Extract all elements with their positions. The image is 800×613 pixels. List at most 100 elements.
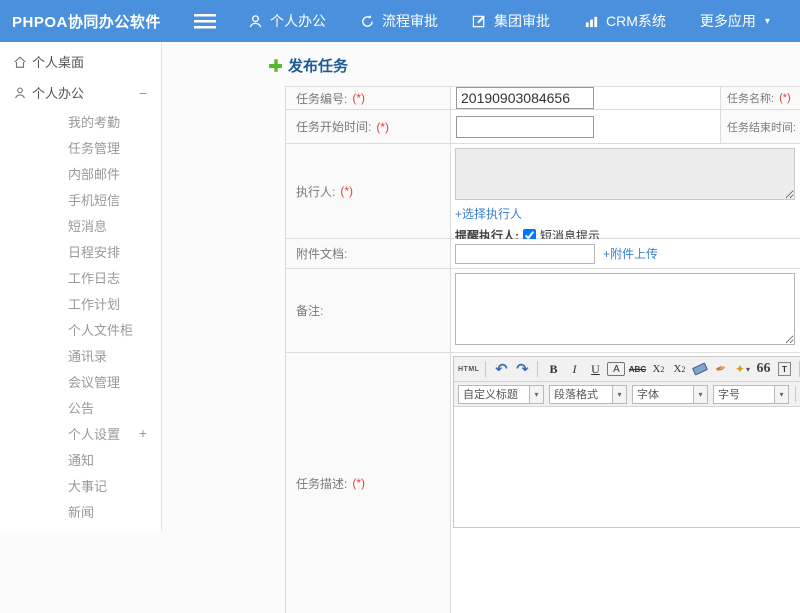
nav-item-label: 更多应用	[699, 13, 756, 29]
sidebar-item-大事记[interactable]: 大事记	[0, 472, 161, 498]
collapse-icon[interactable]: −	[139, 85, 147, 101]
sidebar-item-label: 个人文件柜	[68, 322, 134, 338]
nav-item-更多应用[interactable]: 更多应用 ▾	[700, 11, 770, 31]
underline-icon[interactable]: U	[586, 360, 604, 378]
nav-item-label: 流程审批	[382, 13, 438, 29]
sidebar-item-label: 日程安排	[68, 244, 121, 260]
executor-label: 执行人: (*)	[286, 144, 451, 238]
boxed-a-icon[interactable]: A	[607, 362, 626, 376]
sidebar-item-工作计划[interactable]: 工作计划	[0, 290, 161, 316]
remark-label: 备注:	[286, 269, 451, 352]
nav-item-label: CRM系统	[606, 13, 666, 29]
editor-content-area[interactable]	[454, 407, 800, 527]
description-cell: HTML ↶ ↷ B I U A ABC X2 X 2 ✒ ✦ ▾ 66 T 自…	[451, 353, 800, 613]
sidebar-item-label: 会议管理	[68, 374, 121, 390]
html-source-icon[interactable]: HTML	[458, 360, 479, 378]
publish-task-form: 任务编号: (*) 任务名称: (*) 任务开始时间: (*) 任务结束时间:	[285, 86, 800, 613]
sidebar-item-个人桌面[interactable]: 个人桌面	[0, 46, 161, 77]
sidebar-item-label: 个人办公	[32, 86, 85, 101]
nav-item-流程审批[interactable]: 流程审批	[360, 11, 438, 31]
chevron-down-icon[interactable]: ▾	[693, 385, 707, 403]
blockquote-icon[interactable]: 66	[754, 360, 772, 378]
executor-textarea[interactable]	[455, 148, 795, 200]
toolbar-separator	[537, 361, 539, 377]
sidebar-item-会议管理[interactable]: 会议管理	[0, 368, 161, 394]
required-mark: (*)	[376, 119, 390, 134]
nav-item-个人办公[interactable]: 个人办公	[248, 11, 326, 31]
choose-executor-link[interactable]: +选择执行人	[455, 207, 522, 221]
editor-dropdown-label: 自定义标题	[463, 389, 518, 401]
end-time-label: 任务结束时间: (*)	[721, 110, 800, 143]
editor-dropdown-1[interactable]: 自定义标题 ▾	[458, 384, 544, 404]
top-header: PHPOA协同办公软件 个人办公 流程审批 集团审批 CRM系统 更多应用 ▾	[0, 0, 800, 42]
nav-item-label: 个人办公	[270, 13, 326, 29]
sidebar-item-通讯录[interactable]: 通讯录	[0, 342, 161, 368]
editor-toolbar-row1: HTML ↶ ↷ B I U A ABC X2 X 2 ✒ ✦ ▾ 66 T	[454, 357, 800, 382]
magic-wand-icon[interactable]: ✦ ▾	[733, 360, 751, 378]
editor-dropdown-3[interactable]: 字体 ▾	[632, 384, 708, 404]
sidebar-item-任务管理[interactable]: 任务管理	[0, 134, 161, 160]
chevron-down-icon[interactable]: ▾	[529, 385, 543, 403]
sidebar-item-个人办公[interactable]: 个人办公 −	[0, 77, 161, 108]
required-mark: (*)	[340, 184, 354, 198]
sidebar-item-日程安排[interactable]: 日程安排	[0, 238, 161, 264]
editor-dropdown-label: 段落格式	[554, 389, 598, 401]
paste-from-word-icon[interactable]: T	[775, 360, 793, 378]
sidebar: 个人桌面个人办公 − 我的考勤任务管理 内部邮件手机短信短消息日程安排工作日志工作计划…	[0, 42, 162, 531]
redo-icon[interactable]: ↷	[513, 360, 531, 378]
sidebar-item-个人文件柜[interactable]: 个人文件柜	[0, 316, 161, 342]
strike-icon[interactable]: ABC	[628, 360, 646, 378]
sidebar-item-新闻[interactable]: 新闻	[0, 498, 161, 524]
sidebar-item-公告[interactable]: 公告	[0, 394, 161, 420]
app-logo: PHPOA协同办公软件	[12, 13, 161, 31]
subscript-icon[interactable]: X2	[670, 360, 688, 378]
sidebar-item-工作日志[interactable]: 工作日志	[0, 264, 161, 290]
chevron-down-icon[interactable]: ▾	[774, 385, 788, 403]
eraser-icon[interactable]	[691, 360, 709, 378]
sidebar-item-内部邮件[interactable]: 内部邮件	[0, 160, 161, 186]
sidebar-item-手机短信[interactable]: 手机短信	[0, 186, 161, 212]
remark-textarea[interactable]	[455, 273, 795, 345]
editor-toolbar-row2: 自定义标题 ▾ 段落格式 ▾ 字体 ▾ 字号 ▾	[454, 382, 800, 407]
chevron-down-icon[interactable]: ▾	[612, 385, 626, 403]
undo-icon[interactable]: ↶	[492, 360, 510, 378]
nav-item-CRM系统[interactable]: CRM系统	[584, 11, 666, 31]
sidebar-item-label: 我的考勤	[68, 114, 121, 130]
sidebar-item-短消息[interactable]: 短消息	[0, 212, 161, 238]
sidebar-item-个人设置[interactable]: 个人设置 +	[0, 420, 161, 446]
nav-item-集团审批[interactable]: 集团审批	[472, 11, 550, 31]
sidebar-item-label: 个人设置	[68, 426, 121, 442]
attachment-cell: +附件上传	[451, 239, 659, 268]
format-brush-icon[interactable]: ✒	[710, 358, 732, 380]
description-row: 任务描述: (*) HTML ↶ ↷ B I U A ABC X 2 X 2 ✒…	[286, 353, 800, 613]
bold-icon[interactable]: B	[544, 360, 562, 378]
required-mark: (*)	[779, 92, 791, 104]
description-label: 任务描述: (*)	[286, 353, 451, 613]
editor-dropdown-label: 字体	[637, 389, 659, 401]
attachment-input[interactable]	[455, 243, 595, 264]
person-icon	[248, 14, 263, 29]
sidebar-item-我的考勤[interactable]: 我的考勤	[0, 108, 161, 134]
attachment-label: 附件文档:	[286, 239, 451, 268]
task-number-input[interactable]	[456, 87, 594, 109]
attachment-upload-link[interactable]: +附件上传	[603, 245, 658, 262]
italic-icon[interactable]: I	[565, 360, 583, 378]
hamburger-menu-icon[interactable]	[194, 13, 216, 29]
remark-row: 备注:	[286, 269, 800, 353]
sidebar-item-label: 手机短信	[68, 192, 121, 208]
expand-icon[interactable]: +	[139, 425, 147, 441]
top-nav: 个人办公 流程审批 集团审批 CRM系统 更多应用 ▾	[248, 11, 770, 31]
editor-dropdown-2[interactable]: 段落格式 ▾	[549, 384, 627, 404]
superscript-icon[interactable]: X2	[649, 360, 667, 378]
sidebar-item-label: 工作计划	[68, 296, 121, 312]
sidebar-item-label: 短消息	[68, 218, 108, 234]
start-time-input[interactable]	[456, 115, 594, 138]
required-mark: (*)	[352, 476, 366, 490]
sidebar-item-label: 工作日志	[68, 270, 121, 286]
workflow-icon	[360, 14, 375, 29]
edit-square-icon	[472, 14, 487, 29]
add-task-plus-icon	[269, 59, 282, 72]
editor-dropdown-label: 字号	[718, 389, 740, 401]
sidebar-item-通知[interactable]: 通知	[0, 446, 161, 472]
editor-dropdown-4[interactable]: 字号 ▾	[713, 384, 789, 404]
